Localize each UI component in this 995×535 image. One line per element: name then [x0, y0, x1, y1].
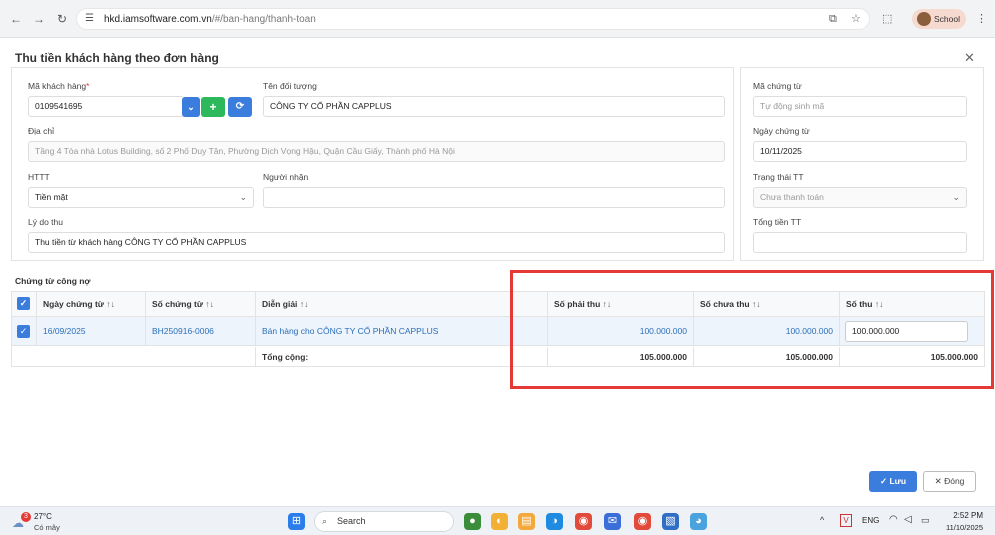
address-bar[interactable]: ☰ hkd.iamsoftware.com.vn/#/ban-hang/than…	[76, 8, 870, 30]
select-all-cell: ✓	[12, 292, 37, 316]
install-app-icon[interactable]: ⧉	[829, 13, 837, 26]
close-icon: ✕	[934, 476, 942, 486]
cell-so-chung-tu[interactable]: BH250916-0006	[146, 317, 256, 346]
chrome-icon[interactable]: ◉	[575, 513, 592, 530]
nguoi-nhan-label: Người nhận	[263, 172, 309, 182]
footer-spacer	[12, 347, 256, 367]
vietkey-icon[interactable]: V	[840, 514, 852, 527]
check-icon: ✓	[879, 476, 888, 486]
save-button[interactable]: ✓ Lưu	[869, 471, 917, 492]
ngay-chung-tu-label: Ngày chứng từ	[753, 126, 810, 136]
header-dien-giai[interactable]: Diễn giải ↑↓	[256, 292, 548, 316]
app-icon-green-leaf[interactable]: ●	[464, 513, 481, 530]
ly-do-thu-field[interactable]: Thu tiền từ khách hàng CÔNG TY CỔ PHẦN C…	[28, 232, 725, 253]
chevron-down-icon: ⌄	[952, 192, 960, 202]
ngay-chung-tu-field[interactable]: 10/11/2025	[753, 141, 967, 162]
ma-chung-tu-field[interactable]: Tự động sinh mã	[753, 96, 967, 117]
trang-thai-tt-value: Chưa thanh toán	[760, 192, 824, 202]
trang-thai-tt-select[interactable]: Chưa thanh toán ⌄	[753, 187, 967, 208]
tong-tien-tt-field[interactable]	[753, 232, 967, 253]
highlight-annotation-box	[510, 270, 994, 389]
header-so-chung-tu[interactable]: Số chứng từ ↑↓	[146, 292, 256, 316]
trang-thai-tt-label: Trạng thái TT	[753, 172, 804, 182]
chevron-up-icon[interactable]: ^	[820, 515, 824, 525]
clock-date[interactable]: 11/10/2025	[937, 523, 983, 532]
app-icon-yellow[interactable]: ◐	[491, 513, 508, 530]
speaker-muted-icon[interactable]: ◁	[904, 514, 912, 525]
extensions-icon[interactable]: ⬚	[882, 12, 892, 25]
chung-tu-cong-no-title: Chứng từ công nợ	[15, 276, 91, 286]
weather-temp: 27°C	[34, 512, 52, 521]
url-host: hkd.iamsoftware.com.vn	[104, 14, 212, 25]
sort-icon[interactable]: ↑↓	[106, 299, 115, 309]
search-icon: ⌕	[322, 516, 328, 526]
dia-chi-label: Địa chỉ	[28, 126, 54, 136]
ly-do-thu-label: Lý do thu	[28, 217, 63, 227]
site-info-icon[interactable]: ☰	[85, 13, 94, 24]
clock-time[interactable]: 2:52 PM	[943, 511, 983, 520]
profile-label: School	[934, 14, 960, 24]
httt-value: Tiền mặt	[35, 192, 68, 202]
windows-taskbar: ☁ 3 27°C Có mây ⊞ ⌕ Search ● ◐ ▤ ◑ ◉ ✉ ◉ …	[0, 506, 995, 535]
dia-chi-field[interactable]: Tầng 4 Tòa nhà Lotus Building, số 2 Phố …	[28, 141, 725, 162]
cell-dien-giai: Bán hàng cho CÔNG TY CỔ PHẦN CAPPLUS	[256, 317, 548, 346]
chevron-down-icon: ⌄	[239, 192, 247, 202]
nguoi-nhan-field[interactable]	[263, 187, 725, 208]
chrome-profile-icon[interactable]: ◉	[634, 513, 651, 530]
close-icon[interactable]: ✕	[964, 50, 975, 66]
battery-icon[interactable]: ▭	[921, 515, 930, 526]
weather-desc: Có mây	[34, 523, 60, 532]
httt-label: HTTT	[28, 172, 50, 182]
browser-toolbar: ← → ↻ ☰ hkd.iamsoftware.com.vn/#/ban-han…	[0, 0, 995, 38]
mail-icon[interactable]: ✉	[604, 513, 621, 530]
edge-icon[interactable]: ◑	[546, 513, 563, 530]
browser-menu-icon[interactable]: ⋮	[976, 12, 987, 25]
cell-ngay-chung-tu: 16/09/2025	[37, 317, 146, 346]
url-path: /#/ban-hang/thanh-toan	[211, 14, 316, 25]
wifi-icon[interactable]: ◠	[889, 514, 898, 525]
forward-icon[interactable]: →	[31, 11, 47, 27]
dialog-title: Thu tiền khách hàng theo đơn hàng	[15, 51, 219, 65]
weather-icon[interactable]: ☁ 3	[12, 512, 31, 530]
httt-select[interactable]: Tiền mặt ⌄	[28, 187, 254, 208]
back-icon[interactable]: ←	[8, 11, 24, 27]
profile-chip[interactable]: School	[912, 9, 966, 29]
close-button[interactable]: ✕ Đóng	[923, 471, 976, 492]
refresh-button[interactable]: ⟳	[228, 97, 252, 117]
taskbar-search[interactable]: ⌕ Search	[314, 511, 454, 532]
tong-tien-tt-label: Tổng tiền TT	[753, 217, 802, 227]
photos-icon[interactable]: ▧	[662, 513, 679, 530]
row-select-cell: ✓	[12, 317, 37, 346]
weather-badge: 3	[21, 512, 31, 522]
customer-dropdown-button[interactable]: ⌄	[182, 97, 200, 117]
windows-start-icon[interactable]: ⊞	[288, 513, 305, 530]
ten-doi-tuong-label: Tên đối tượng	[263, 81, 317, 91]
select-all-checkbox[interactable]: ✓	[17, 297, 30, 310]
ma-chung-tu-label: Mã chứng từ	[753, 81, 802, 91]
footer-total-label: Tổng cộng:	[256, 347, 548, 367]
avatar	[917, 12, 931, 26]
language-indicator[interactable]: ENG	[862, 516, 879, 525]
ten-doi-tuong-field[interactable]: CÔNG TY CỔ PHẦN CAPPLUS	[263, 96, 725, 117]
add-customer-button[interactable]: +	[201, 97, 225, 117]
ma-khach-hang-field[interactable]: 0109541695	[28, 96, 184, 117]
file-explorer-icon[interactable]: ▤	[518, 513, 535, 530]
reload-icon[interactable]: ↻	[54, 11, 70, 27]
row-checkbox[interactable]: ✓	[17, 325, 30, 338]
bookmark-star-icon[interactable]: ☆	[851, 12, 861, 25]
app-icon-blue[interactable]: ◕	[690, 513, 707, 530]
sort-icon[interactable]: ↑↓	[205, 299, 214, 309]
sort-icon[interactable]: ↑↓	[300, 299, 309, 309]
ma-khach-hang-label: Mã khách hàng*	[28, 81, 90, 91]
header-ngay-chung-tu[interactable]: Ngày chứng từ ↑↓	[37, 292, 146, 316]
